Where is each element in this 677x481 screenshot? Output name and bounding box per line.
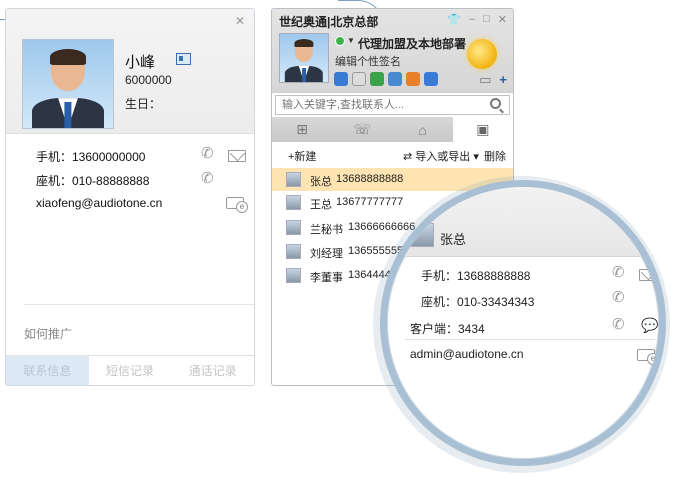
- contact-phone: 13688888888: [336, 173, 404, 185]
- import-export-button[interactable]: ⇄ 导入或导出 ▾: [403, 148, 479, 164]
- call-icon[interactable]: ✆: [201, 171, 217, 187]
- monitor-icon[interactable]: [388, 72, 402, 86]
- contact-photo: [286, 244, 301, 259]
- message-icon[interactable]: ▭: [479, 72, 491, 88]
- landline-row: 座机：010-88888888: [36, 174, 150, 188]
- magnified-header: 张总: [387, 187, 659, 257]
- email-icon[interactable]: [637, 349, 659, 365]
- contact-name: 小峰: [125, 54, 156, 71]
- main-tabs: ⊞ ☏ ⌂ ▣: [272, 117, 513, 142]
- maximize-icon[interactable]: □: [483, 13, 490, 26]
- tab-home-icon[interactable]: ⌂: [393, 117, 453, 142]
- minimize-icon[interactable]: –: [469, 13, 475, 26]
- new-contact-button[interactable]: +新建: [288, 148, 316, 164]
- magnified-landline: 座机：010-33434343: [421, 295, 535, 309]
- magnified-client: 客户端：3434: [410, 322, 485, 336]
- phone-icon[interactable]: [370, 72, 384, 86]
- call-icon[interactable]: ✆: [612, 317, 628, 333]
- close-icon[interactable]: ✕: [498, 13, 507, 26]
- magnified-mobile: 手机：13688888888: [421, 269, 531, 283]
- divider: [24, 304, 254, 305]
- contact-name: 张总: [310, 176, 332, 188]
- mobile-row: 手机：13600000000: [36, 150, 146, 164]
- header-right-tools: ▭ +: [479, 72, 507, 88]
- tab-contacts-icon[interactable]: ▣: [452, 117, 513, 142]
- toolbar: [334, 72, 438, 86]
- email-icon[interactable]: [226, 197, 248, 213]
- sms-icon[interactable]: [406, 72, 420, 86]
- contact-card-header: ✕ 小峰 6000000 生日：: [6, 9, 254, 134]
- contact-number: 6000000: [125, 73, 172, 87]
- settings-icon[interactable]: [424, 72, 438, 86]
- search-input[interactable]: [276, 96, 476, 114]
- tab-sms-history[interactable]: 短信记录: [89, 356, 172, 385]
- contact-card: ✕ 小峰 6000000 生日： 手机：13600000000 ✆ 座机：010…: [5, 8, 255, 386]
- window-controls: 👕 – □ ✕: [447, 13, 507, 26]
- call-icon[interactable]: ✆: [201, 146, 217, 162]
- contact-photo: [286, 220, 301, 235]
- online-status-icon[interactable]: [335, 36, 345, 46]
- email-row: xiaofeng@audiotone.cn: [36, 196, 163, 210]
- vcard-icon[interactable]: [176, 53, 191, 65]
- call-icon[interactable]: ✆: [612, 265, 628, 281]
- window-header: 世纪奥通|北京总部 👕 – □ ✕ ▼ 代理加盟及本地部署 编辑个性签名 ▭ +: [272, 9, 513, 93]
- birthday-label: 生日：: [125, 97, 162, 111]
- contact-name: 刘经理: [310, 248, 343, 260]
- bottom-tabs: 联系信息 短信记录 通话记录: [6, 355, 254, 385]
- contact-photo: [286, 172, 301, 187]
- chat-icon[interactable]: [334, 72, 348, 86]
- contact-name: 兰秘书: [310, 224, 343, 236]
- contact-photo: [410, 223, 434, 247]
- sms-icon[interactable]: [228, 150, 246, 162]
- department-name: 代理加盟及本地部署: [358, 37, 467, 51]
- avatar: [22, 39, 114, 129]
- magnifier-lens: 张总 手机：13688888888 ✆ 座机：010-33434343 ✆ 客户…: [380, 180, 666, 466]
- close-icon[interactable]: ✕: [235, 14, 245, 28]
- search-icon[interactable]: [490, 98, 501, 109]
- contact-photo: [286, 195, 301, 210]
- tab-organization-icon[interactable]: ⊞: [272, 117, 332, 142]
- contact-name: 王总: [310, 199, 332, 211]
- weather-sun-icon[interactable]: [467, 39, 497, 69]
- chat-bubble-icon[interactable]: 💬: [641, 317, 658, 334]
- contact-photo: [286, 268, 301, 283]
- magnified-email: admin@audiotone.cn: [410, 347, 524, 361]
- status-dropdown-icon[interactable]: ▼: [347, 36, 355, 45]
- signature-field[interactable]: 编辑个性签名: [335, 53, 401, 69]
- window-title: 世纪奥通|北京总部: [279, 15, 379, 29]
- tab-call-history[interactable]: 通话记录: [171, 356, 254, 385]
- contact-name: 李董事: [310, 272, 343, 284]
- search-box: [275, 95, 510, 115]
- contact-actions: +新建 ⇄ 导入或导出 ▾ 删除: [272, 145, 513, 165]
- divider: [405, 339, 655, 340]
- skin-icon[interactable]: 👕: [447, 13, 461, 26]
- tab-phone-icon[interactable]: ☏: [332, 117, 392, 142]
- call-icon[interactable]: ✆: [612, 290, 628, 306]
- tab-contact-info[interactable]: 联系信息: [6, 356, 89, 385]
- promo-link[interactable]: 如何推广: [24, 325, 72, 342]
- sms-icon[interactable]: [639, 269, 657, 281]
- user-avatar[interactable]: [279, 33, 329, 83]
- magnified-contact-name: 张总: [440, 232, 467, 247]
- add-icon[interactable]: +: [499, 72, 507, 88]
- mail-icon[interactable]: [352, 72, 366, 86]
- delete-button[interactable]: 删除: [484, 148, 506, 164]
